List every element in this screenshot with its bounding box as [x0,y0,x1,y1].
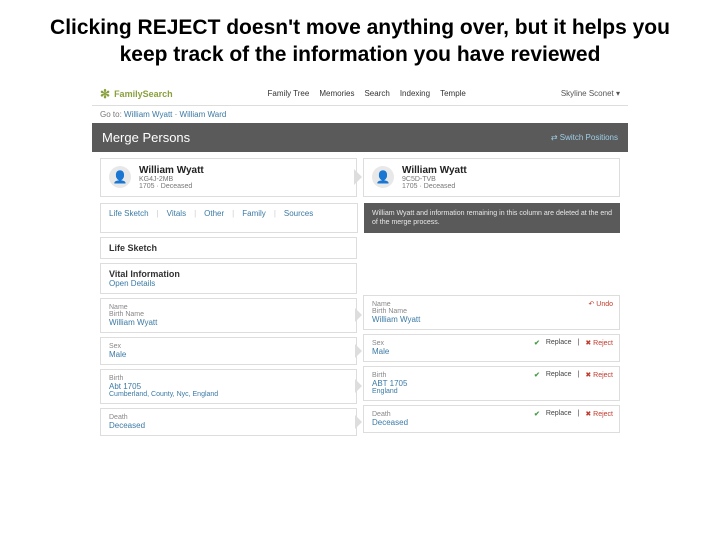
field-label: Birth Name [372,308,611,315]
left-column: Life Sketch Vital Information Open Detai… [100,237,357,436]
page-header: Merge Persons Switch Positions [92,123,628,152]
person-name[interactable]: William Wyatt [139,165,204,176]
field-value: Abt 1705 [109,382,348,391]
topbar: ✻ FamilySearch Family Tree Memories Sear… [92,83,628,106]
field-value: Deceased [372,418,611,427]
field-sub: Cumberland, County, Nyc, England [109,391,348,398]
field-label: Death [109,414,348,421]
nav-family-tree[interactable]: Family Tree [268,89,310,98]
undo-icon: ↶ [588,301,594,308]
arrow-icon [354,169,362,185]
breadcrumb: Go to: William Wyatt · William Ward [92,106,628,123]
nav-search[interactable]: Search [364,89,389,98]
breadcrumb-label: Go to: [100,110,122,119]
app-screenshot: ✻ FamilySearch Family Tree Memories Sear… [92,83,628,444]
main-nav: Family Tree Memories Search Indexing Tem… [268,89,466,98]
person-card-left: 👤 William Wyatt KG4J-2MB 1705 · Deceased [100,158,357,197]
arrow-icon [355,308,362,322]
open-details-link[interactable]: Open Details [109,279,348,288]
person-icon: 👤 [372,166,394,188]
nav-indexing[interactable]: Indexing [400,89,430,98]
birth-panel-right: ✔ Replace| ✖ Reject Birth ABT 1705 Engla… [363,366,620,401]
person-id: 9C5D-TVB [402,176,467,183]
person-name[interactable]: William Wyatt [402,165,467,176]
row-actions: ✔ Replace| ✖ Reject [534,410,613,418]
check-icon: ✔ [534,339,540,347]
field-value: Male [372,347,611,356]
birth-panel: Birth Abt 1705 Cumberland, County, Nyc, … [100,369,357,404]
row-actions: ✔ Replace| ✖ Reject [534,371,613,379]
arrow-icon [355,344,362,358]
person-status: 1705 · Deceased [402,183,467,190]
breadcrumb-link[interactable]: William Wyatt [124,110,172,119]
field-label: Name [372,301,611,308]
compare-columns: Life Sketch Vital Information Open Detai… [92,237,628,444]
persons-row: 👤 William Wyatt KG4J-2MB 1705 · Deceased… [92,152,628,203]
check-icon: ✔ [534,410,540,418]
tree-icon: ✻ [100,87,110,101]
field-value: Deceased [109,421,348,430]
death-panel-right: ✔ Replace| ✖ Reject Death Deceased [363,405,620,433]
field-sub: England [372,388,611,395]
field-label: Sex [109,343,348,350]
arrow-icon [355,379,362,393]
tab-life-sketch[interactable]: Life Sketch [109,209,149,227]
person-card-right: 👤 William Wyatt 9C5D-TVB 1705 · Deceased [363,158,620,197]
switch-positions-link[interactable]: Switch Positions [551,133,618,142]
field-label: Name [109,304,348,311]
section-tabs: Life Sketch| Vitals| Other| Family| Sour… [100,203,358,233]
replace-button[interactable]: Replace [546,410,572,417]
undo-button[interactable]: ↶ Undo [588,300,613,308]
panel-title: Life Sketch [109,243,348,253]
user-menu[interactable]: Skyline Sconet ▾ [561,89,620,98]
vital-info-panel: Vital Information Open Details [100,263,357,294]
replace-button[interactable]: Replace [546,371,572,378]
tab-vitals[interactable]: Vitals [167,209,186,227]
field-label: Birth [109,375,348,382]
row-actions: ✔ Replace| ✖ Reject [534,339,613,347]
person-status: 1705 · Deceased [139,183,204,190]
arrow-icon [355,415,362,429]
check-icon: ✔ [534,371,540,379]
slide-title: Clicking REJECT doesn't move anything ov… [0,0,720,75]
person-id: KG4J-2MB [139,176,204,183]
reject-button[interactable]: ✖ Reject [585,410,613,418]
sex-panel: Sex Male [100,337,357,365]
nav-temple[interactable]: Temple [440,89,466,98]
merge-note: William Wyatt and information remaining … [364,203,620,233]
death-panel: Death Deceased [100,408,357,436]
sex-panel-right: ✔ Replace| ✖ Reject Sex Male [363,334,620,362]
life-sketch-panel: Life Sketch [100,237,357,259]
breadcrumb-link-alt[interactable]: William Ward [180,110,227,119]
field-value: William Wyatt [109,318,348,327]
field-label: Birth Name [109,311,348,318]
nav-memories[interactable]: Memories [319,89,354,98]
field-value: Male [109,350,348,359]
page-title: Merge Persons [102,130,190,145]
logo-text: FamilySearch [114,89,173,99]
reject-button[interactable]: ✖ Reject [585,371,613,379]
panel-title: Vital Information [109,269,348,279]
tab-sources[interactable]: Sources [284,209,313,227]
logo[interactable]: ✻ FamilySearch [100,87,173,101]
field-value: ABT 1705 [372,379,611,388]
replace-button[interactable]: Replace [546,339,572,346]
tab-family[interactable]: Family [242,209,266,227]
right-column: ↶ Undo Name Birth Name William Wyatt ✔ R… [363,237,620,436]
person-icon: 👤 [109,166,131,188]
reject-button[interactable]: ✖ Reject [585,339,613,347]
field-value: William Wyatt [372,315,611,324]
name-panel-right: ↶ Undo Name Birth Name William Wyatt [363,295,620,330]
tab-other[interactable]: Other [204,209,224,227]
name-panel: Name Birth Name William Wyatt [100,298,357,333]
